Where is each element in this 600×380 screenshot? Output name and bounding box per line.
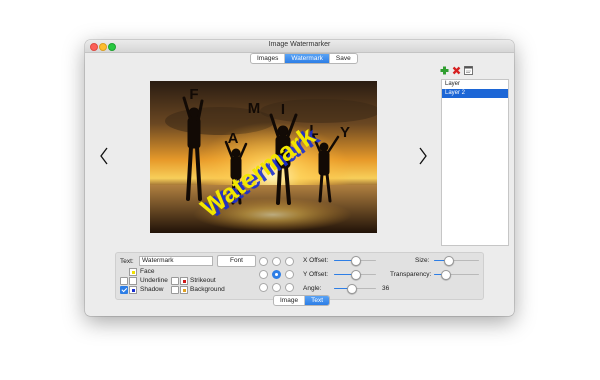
tab-text[interactable]: Text: [305, 296, 329, 305]
anchor-middle-left-radio[interactable]: [259, 270, 268, 279]
app-window: Image Watermarker Images Watermark Save: [85, 40, 514, 316]
angle-label: Angle:: [303, 285, 322, 292]
y-offset-label: Y Offset:: [303, 271, 329, 278]
tab-image[interactable]: Image: [274, 296, 306, 305]
face-color-swatch[interactable]: [129, 268, 137, 276]
main-tabs: Images Watermark Save: [250, 53, 358, 64]
angle-value: 36: [382, 285, 390, 292]
layer-toolbar: [440, 66, 473, 75]
anchor-bottom-left-radio[interactable]: [259, 283, 268, 292]
family-sunset-photo: F A M I L Y Watermark Watermark: [150, 81, 377, 233]
transparency-label: Transparency:: [390, 271, 432, 278]
tab-images[interactable]: Images: [251, 54, 286, 63]
panel-tabs: Image Text: [273, 295, 330, 306]
svg-text:A: A: [228, 130, 239, 147]
image-preview[interactable]: F A M I L Y Watermark Watermark: [150, 81, 377, 233]
background-label: Background: [190, 286, 225, 293]
shadow-color-swatch[interactable]: [129, 286, 137, 294]
watermark-text-input[interactable]: Watermark: [139, 256, 213, 266]
size-slider[interactable]: [434, 256, 479, 266]
strikeout-label: Strikeout: [190, 277, 216, 284]
anchor-bottom-right-radio[interactable]: [285, 283, 294, 292]
chevron-left-icon: [100, 147, 108, 165]
background-color-swatch[interactable]: [180, 286, 188, 294]
strikeout-color-swatch[interactable]: [180, 277, 188, 285]
layer-list[interactable]: Layer Layer 2: [441, 79, 509, 246]
title-bar: Image Watermarker: [85, 40, 514, 53]
chevron-right-icon: [419, 147, 427, 165]
tab-save[interactable]: Save: [330, 54, 357, 63]
svg-text:F: F: [189, 86, 198, 103]
background-checkbox[interactable]: [171, 286, 179, 294]
text-label: Text:: [120, 258, 134, 265]
anchor-top-right-radio[interactable]: [285, 257, 294, 266]
font-button[interactable]: Font: [217, 255, 256, 267]
add-icon[interactable]: [440, 66, 449, 75]
tab-watermark[interactable]: Watermark: [285, 54, 330, 63]
anchor-middle-right-radio[interactable]: [285, 270, 294, 279]
text-settings-panel: Text: Watermark Font Face Underline Shad…: [115, 252, 484, 300]
delete-icon[interactable]: [452, 66, 461, 75]
anchor-center-radio[interactable]: [272, 270, 281, 279]
angle-slider[interactable]: [334, 284, 376, 294]
shadow-label: Shadow: [140, 286, 164, 293]
transparency-slider[interactable]: [434, 270, 479, 280]
shadow-checkbox[interactable]: [120, 286, 128, 294]
svg-text:M: M: [248, 100, 261, 117]
anchor-top-left-radio[interactable]: [259, 257, 268, 266]
x-offset-label: X Offset:: [303, 257, 329, 264]
window-title: Image Watermarker: [268, 41, 331, 48]
svg-text:I: I: [281, 101, 285, 118]
next-image-button[interactable]: [418, 147, 428, 165]
layer-window-icon[interactable]: [464, 66, 473, 75]
y-offset-slider[interactable]: [334, 270, 376, 280]
underline-color-swatch[interactable]: [129, 277, 137, 285]
x-offset-slider[interactable]: [334, 256, 376, 266]
previous-image-button[interactable]: [99, 147, 109, 165]
underline-checkbox[interactable]: [120, 277, 128, 285]
strikeout-checkbox[interactable]: [171, 277, 179, 285]
underline-label: Underline: [140, 277, 168, 284]
anchor-top-center-radio[interactable]: [272, 257, 281, 266]
layer-list-header: Layer: [445, 81, 461, 87]
anchor-bottom-center-radio[interactable]: [272, 283, 281, 292]
svg-text:Y: Y: [340, 124, 350, 141]
layer-row[interactable]: Layer 2: [442, 89, 508, 98]
face-label: Face: [140, 268, 155, 275]
size-label: Size:: [415, 257, 430, 264]
